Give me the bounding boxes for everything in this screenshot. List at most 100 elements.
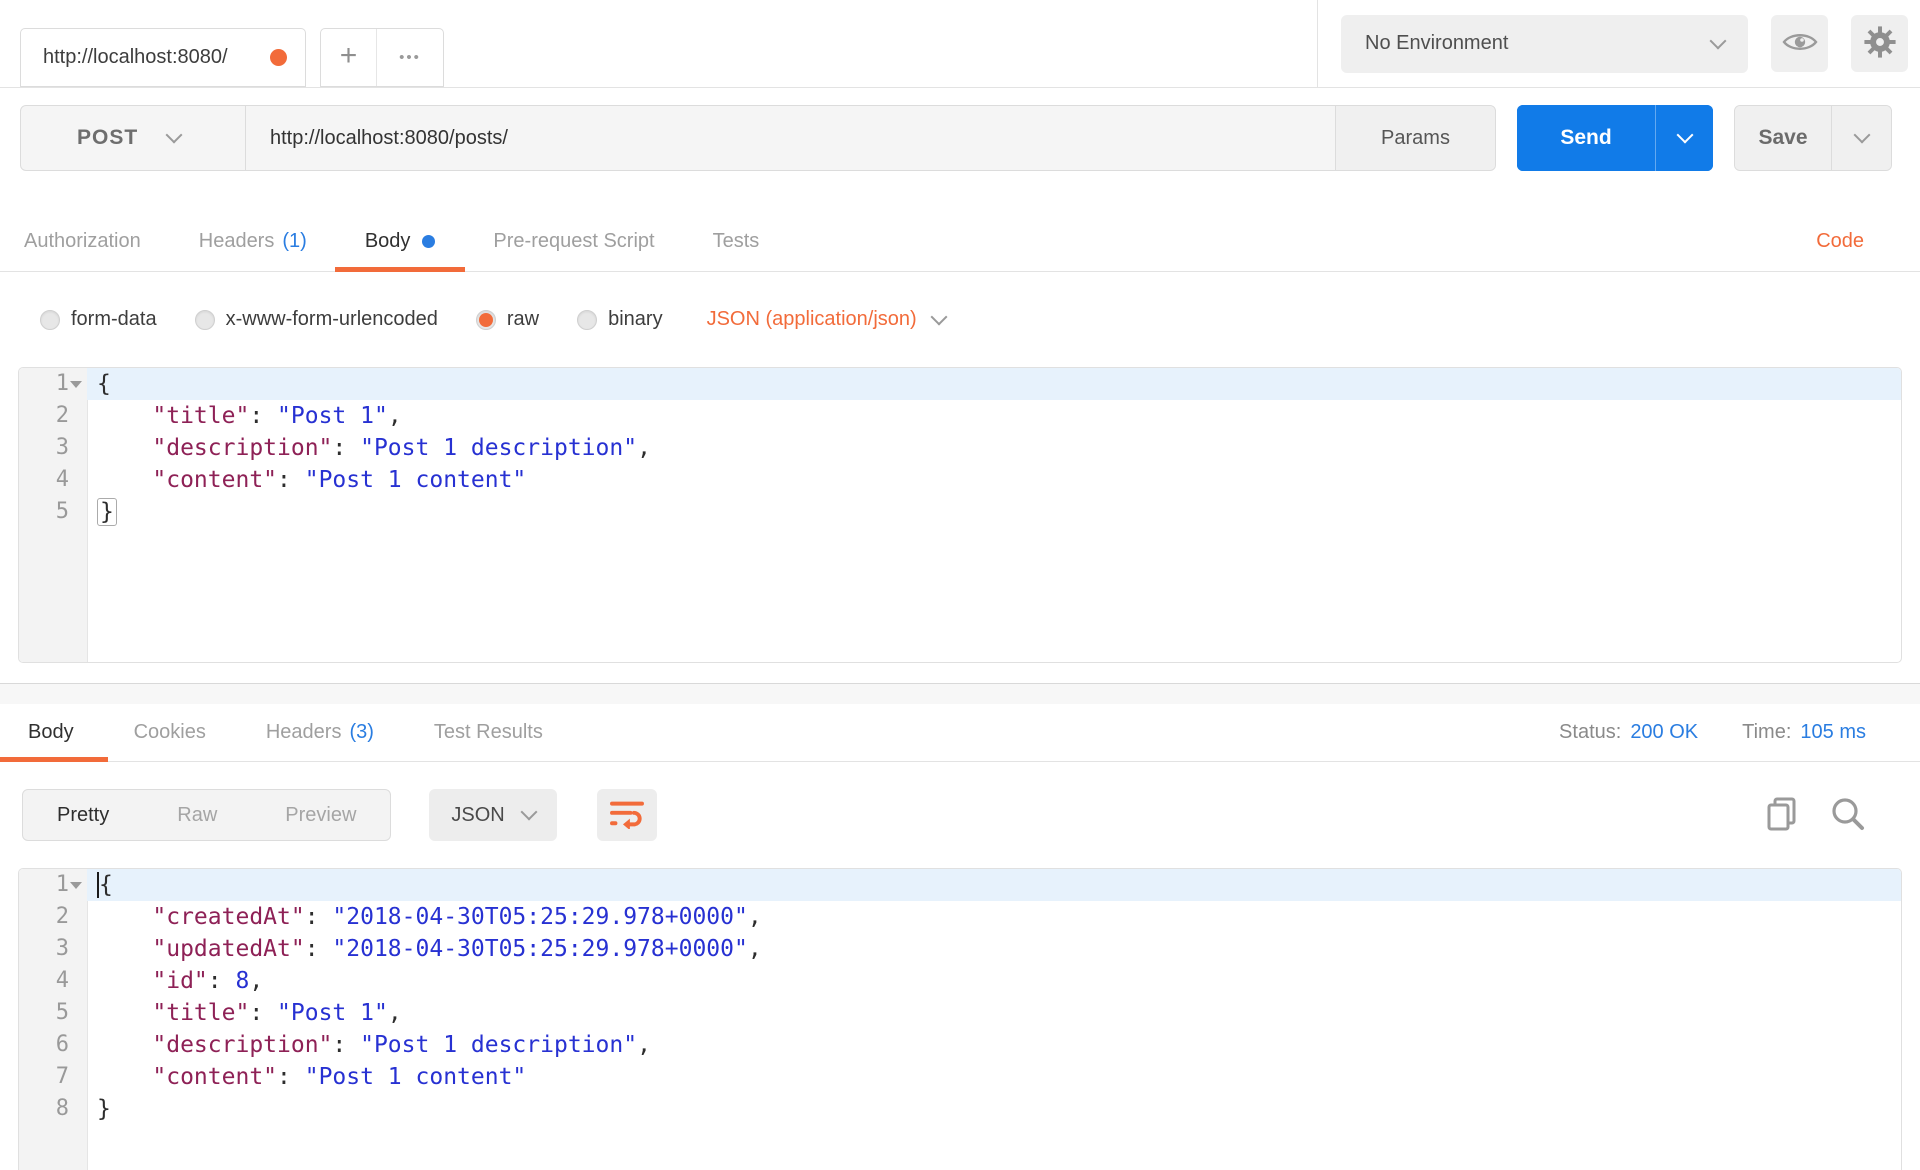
environment-settings-button[interactable] [1851,15,1908,72]
fold-caret-icon[interactable] [69,869,83,901]
code-token: { [97,371,111,397]
tab-authorization[interactable]: Authorization [24,188,141,271]
view-pretty[interactable]: Pretty [23,790,143,840]
line-number[interactable]: 4 [19,965,87,997]
tab-actions: + ••• [320,28,444,87]
code-text[interactable]: "title": "Post 1", [87,997,1901,1029]
save-button[interactable]: Save [1735,106,1831,170]
code-line[interactable]: 5} [19,496,1901,528]
line-number[interactable]: 7 [19,1061,87,1093]
code-line[interactable]: 2 "title": "Post 1", [19,400,1901,432]
tab-response-headers[interactable]: Headers (3) [266,704,374,761]
params-button[interactable]: Params [1335,106,1495,170]
line-number[interactable]: 6 [19,1029,87,1061]
code-line[interactable]: 3 "description": "Post 1 description", [19,432,1901,464]
line-number[interactable]: 3 [19,933,87,965]
content-type-selector[interactable]: JSON (application/json) [707,308,945,331]
code-line[interactable]: 4 "id": 8, [19,965,1901,997]
fold-caret-placeholder [69,432,83,464]
code-text[interactable]: "title": "Post 1", [87,400,1901,432]
request-tabs: Authorization Headers (1) Body Pre-reque… [0,188,1920,272]
code-line[interactable]: 7 "content": "Post 1 content" [19,1061,1901,1093]
response-meta: Status: 200 OK Time: 105 ms [1559,721,1866,744]
body-type-form-data[interactable]: form-data [40,308,157,331]
code-text[interactable]: { [87,368,1901,400]
code-token: : [305,904,333,930]
code-line[interactable]: 6 "description": "Post 1 description", [19,1029,1901,1061]
code-link[interactable]: Code [1816,188,1864,271]
code-text[interactable]: { [87,869,1901,901]
tab-label: Body [365,230,411,253]
environment-quick-look-button[interactable] [1771,15,1828,72]
response-format-selector[interactable]: JSON [429,789,556,841]
line-number[interactable]: 1 [19,869,87,901]
view-preview[interactable]: Preview [251,790,390,840]
code-line[interactable]: 5 "title": "Post 1", [19,997,1901,1029]
code-token: "2018-04-30T05:25:29.978+0000" [332,904,747,930]
tab-test-results[interactable]: Test Results [434,704,543,761]
code-text[interactable]: "content": "Post 1 content" [87,1061,1901,1093]
wrap-lines-button[interactable] [597,789,657,841]
body-type-x-www-form-urlencoded[interactable]: x-www-form-urlencoded [195,308,438,331]
line-number[interactable]: 8 [19,1093,87,1125]
save-split-button: Save [1734,105,1892,171]
time-pair: Time: 105 ms [1742,721,1866,744]
tab-headers[interactable]: Headers (1) [199,188,307,271]
code-line[interactable]: 1{ [19,869,1901,901]
code-text[interactable]: "description": "Post 1 description", [87,432,1901,464]
code-token [97,968,152,994]
view-raw[interactable]: Raw [143,790,251,840]
line-number[interactable]: 5 [19,496,87,528]
body-type-binary[interactable]: binary [577,308,662,331]
method-selector[interactable]: POST [21,106,246,170]
tab-response-body[interactable]: Body [28,704,74,761]
code-text[interactable]: "content": "Post 1 content" [87,464,1901,496]
tab-label: Tests [713,230,760,253]
code-text[interactable]: "updatedAt": "2018-04-30T05:25:29.978+00… [87,933,1901,965]
response-body-editor[interactable]: 1{2 "createdAt": "2018-04-30T05:25:29.97… [18,868,1902,1170]
tab-tests[interactable]: Tests [713,188,760,271]
request-body-editor[interactable]: 1{2 "title": "Post 1",3 "description": "… [18,367,1902,663]
copy-response-button[interactable] [1766,796,1800,835]
tab-cookies[interactable]: Cookies [134,704,206,761]
time-value: 105 ms [1800,721,1866,744]
response-section-divider [0,683,1920,704]
code-line[interactable]: 1{ [19,368,1901,400]
code-text[interactable]: } [87,496,1901,528]
new-tab-button[interactable]: + [321,29,377,86]
environment-selector[interactable]: No Environment [1341,15,1748,73]
fold-caret-icon[interactable] [69,368,83,400]
code-line[interactable]: 3 "updatedAt": "2018-04-30T05:25:29.978+… [19,933,1901,965]
search-response-button[interactable] [1830,796,1866,835]
tab-pre-request-script[interactable]: Pre-request Script [493,188,654,271]
line-number[interactable]: 4 [19,464,87,496]
line-number[interactable]: 3 [19,432,87,464]
code-text[interactable]: "description": "Post 1 description", [87,1029,1901,1061]
send-options-button[interactable] [1655,105,1713,171]
content-type-label: JSON (application/json) [707,308,917,331]
line-number[interactable]: 2 [19,901,87,933]
code-token: "Post 1 description" [360,435,637,461]
line-number[interactable]: 2 [19,400,87,432]
tab-body[interactable]: Body [365,188,436,271]
body-type-raw[interactable]: raw [476,308,539,331]
code-token: "title" [152,1000,249,1026]
time-label: Time: [1742,721,1791,744]
save-options-button[interactable] [1831,106,1891,170]
request-builder: POST http://localhost:8080/posts/ Params… [0,88,1920,188]
search-icon [1830,796,1866,835]
code-text[interactable]: "id": 8, [87,965,1901,997]
fold-caret-placeholder [69,1061,83,1093]
code-line[interactable]: 2 "createdAt": "2018-04-30T05:25:29.978+… [19,901,1901,933]
request-tab[interactable]: http://localhost:8080/ [20,28,306,87]
line-number[interactable]: 5 [19,997,87,1029]
code-text[interactable]: "createdAt": "2018-04-30T05:25:29.978+00… [87,901,1901,933]
code-text[interactable]: } [87,1093,1901,1125]
code-line[interactable]: 8} [19,1093,1901,1125]
line-number[interactable]: 1 [19,368,87,400]
more-tabs-button[interactable]: ••• [377,29,443,86]
send-button[interactable]: Send [1517,105,1655,171]
url-input[interactable]: http://localhost:8080/posts/ [246,106,1335,170]
response-toolbar-icons [1766,796,1866,835]
code-line[interactable]: 4 "content": "Post 1 content" [19,464,1901,496]
